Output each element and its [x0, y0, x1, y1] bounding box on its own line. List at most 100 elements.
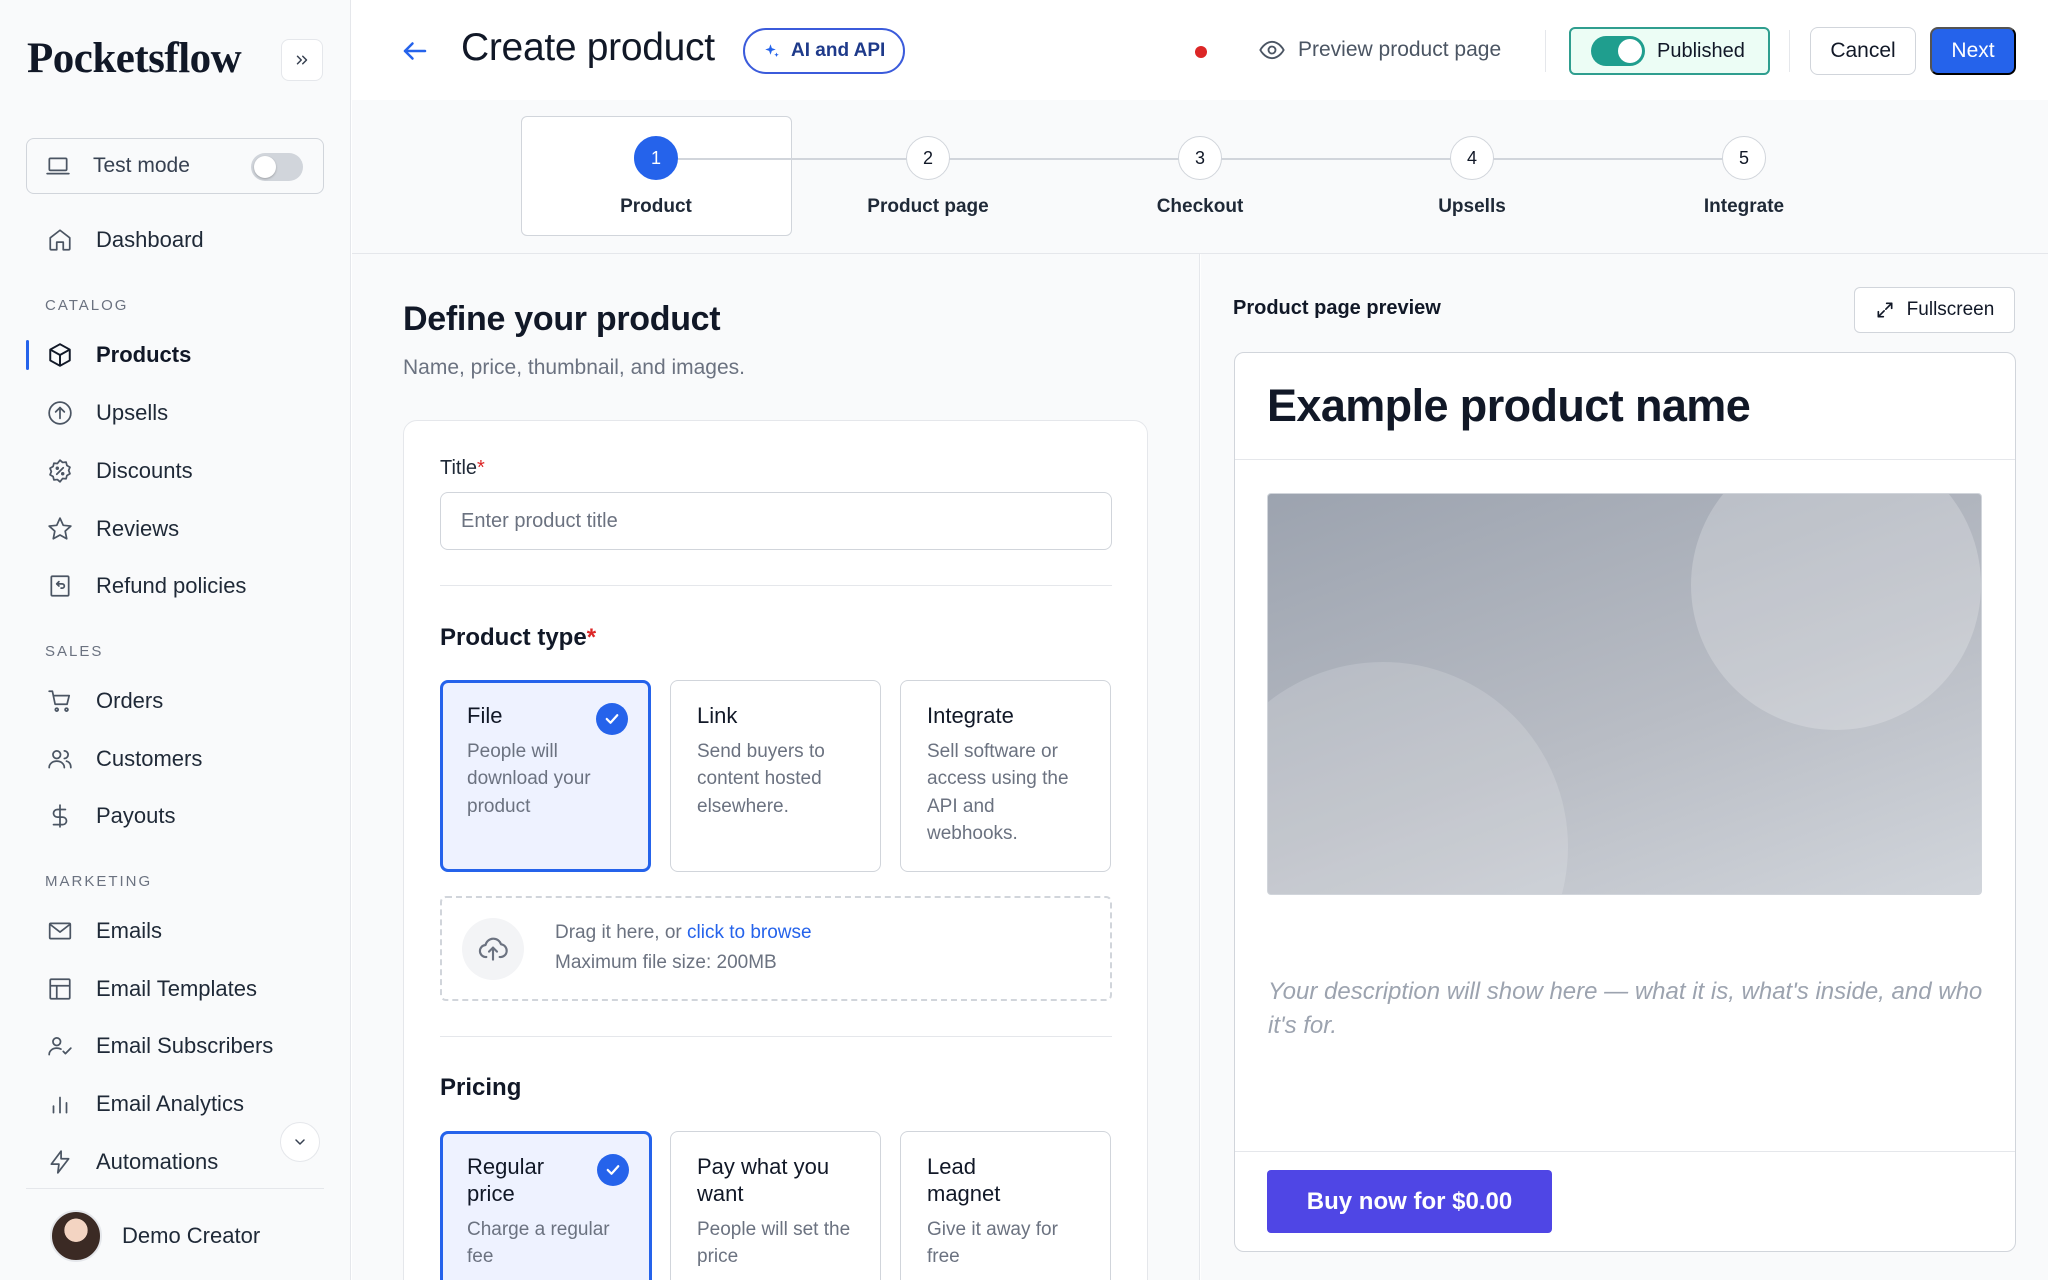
product-type-heading: Product type*	[440, 624, 596, 652]
step-upsells[interactable]: 4 Upsells	[1362, 136, 1582, 218]
scroll-down-button[interactable]	[280, 1122, 320, 1162]
header-separator	[1789, 30, 1790, 72]
sidebar-item-label: Email Analytics	[96, 1091, 244, 1116]
pricing-lead-magnet-option[interactable]: Lead magnet Give it away for free	[900, 1131, 1111, 1280]
cancel-button[interactable]: Cancel	[1810, 27, 1916, 75]
user-menu[interactable]: Demo Creator	[50, 1210, 260, 1262]
sidebar-item-label: Refund policies	[96, 573, 247, 598]
pricing-pay-what-you-want-option[interactable]: Pay what you want People will set the pr…	[670, 1131, 881, 1280]
sidebar-item-label: Reviews	[96, 516, 180, 541]
sidebar-item-dashboard[interactable]: Dashboard	[26, 216, 324, 264]
next-button[interactable]: Next	[1930, 27, 2016, 75]
bar-chart-icon	[46, 1090, 74, 1118]
sidebar-item-payouts[interactable]: Payouts	[26, 792, 324, 840]
cart-icon	[46, 687, 74, 715]
option-description: Send buyers to content hosted elsewhere.	[697, 740, 825, 817]
pricing-regular-option[interactable]: Regular price Charge a regular fee	[440, 1131, 652, 1280]
test-mode-label: Test mode	[93, 154, 190, 177]
ai-and-api-label: AI and API	[791, 40, 886, 61]
step-number: 1	[634, 136, 678, 180]
required-asterisk: *	[586, 624, 597, 651]
test-mode-switch[interactable]	[251, 153, 303, 181]
step-number: 2	[906, 136, 950, 180]
published-switch[interactable]	[1591, 36, 1645, 66]
upload-size-limit: Maximum file size: 200MB	[555, 952, 777, 973]
step-integrate[interactable]: 5 Integrate	[1634, 136, 1854, 218]
preview-panel-title: Product page preview	[1233, 297, 1441, 319]
upload-text: Drag it here, or	[555, 922, 687, 943]
step-label: Product	[620, 196, 692, 217]
preview-product-page-link[interactable]: Preview product page	[1258, 36, 1501, 64]
option-description: Give it away for free	[927, 1218, 1058, 1268]
page-title: Create product	[461, 26, 715, 69]
brand-logo[interactable]: Pocketsflow	[27, 34, 242, 83]
form-divider	[440, 585, 1112, 586]
buy-now-button[interactable]: Buy now for $0.00	[1267, 1170, 1552, 1233]
cloud-upload-icon	[462, 918, 524, 980]
sidebar: Pocketsflow Test mode Dashboard CATALOG …	[0, 0, 351, 1280]
step-label: Checkout	[1156, 196, 1244, 217]
sidebar-item-refund-policies[interactable]: Refund policies	[26, 562, 324, 610]
step-checkout[interactable]: 3 Checkout	[1090, 136, 1310, 218]
sidebar-item-orders[interactable]: Orders	[26, 677, 324, 725]
sidebar-item-label: Dashboard	[96, 227, 204, 252]
layout-template-icon	[46, 975, 74, 1003]
option-title: Link	[697, 703, 738, 728]
back-button[interactable]	[400, 36, 430, 71]
published-toggle[interactable]: Published	[1569, 27, 1770, 75]
arrow-up-circle-icon	[46, 399, 74, 427]
chevron-down-icon	[295, 1139, 305, 1145]
sidebar-item-label: Upsells	[96, 400, 169, 425]
preview-product-page-label: Preview product page	[1298, 38, 1502, 61]
discount-badge-icon	[46, 457, 74, 485]
sidebar-item-reviews[interactable]: Reviews	[26, 505, 324, 553]
section-title: Define your product	[403, 300, 721, 338]
click-to-browse-link[interactable]: click to browse	[687, 922, 812, 943]
sidebar-item-products[interactable]: Products	[26, 331, 324, 379]
decorative-circle	[1691, 494, 1981, 730]
preview-divider	[1235, 1151, 2015, 1152]
option-description: Charge a regular fee	[467, 1218, 610, 1268]
mail-icon	[46, 917, 74, 945]
home-icon	[46, 226, 74, 254]
option-title: Lead magnet	[927, 1154, 1001, 1206]
step-label: Product page	[867, 196, 989, 217]
sidebar-item-discounts[interactable]: Discounts	[26, 447, 324, 495]
receipt-refund-icon	[46, 572, 74, 600]
product-type-integrate-option[interactable]: Integrate Sell software or access using …	[900, 680, 1111, 872]
sidebar-item-upsells[interactable]: Upsells	[26, 389, 324, 437]
product-title-input[interactable]	[440, 492, 1112, 550]
ai-and-api-button[interactable]: AI and API	[743, 28, 906, 74]
option-title: Pay what you want	[697, 1154, 830, 1206]
title-field-label: Title*	[440, 457, 485, 480]
test-mode-toggle[interactable]: Test mode	[26, 138, 324, 194]
sidebar-item-email-analytics[interactable]: Email Analytics	[26, 1080, 324, 1128]
sidebar-item-label: Payouts	[96, 803, 176, 828]
section-sales: SALES	[45, 643, 104, 660]
sidebar-item-label: Automations	[96, 1149, 219, 1174]
lightning-icon	[46, 1148, 74, 1176]
sidebar-item-emails[interactable]: Emails	[26, 907, 324, 955]
eye-icon	[1259, 40, 1285, 60]
preview-divider	[1235, 459, 2015, 460]
preview-description: Your description will show here — what i…	[1268, 978, 1983, 1039]
published-label: Published	[1657, 39, 1745, 62]
file-upload-dropzone[interactable]: Drag it here, or click to browse Maximum…	[440, 896, 1112, 1001]
collapse-sidebar-button[interactable]	[281, 39, 323, 81]
option-description: People will set the price	[697, 1218, 851, 1268]
step-product-page[interactable]: 2 Product page	[818, 136, 1038, 218]
form-divider	[440, 1036, 1112, 1037]
chevrons-right-icon	[296, 55, 308, 65]
sidebar-item-email-subscribers[interactable]: Email Subscribers	[26, 1022, 324, 1070]
fullscreen-button[interactable]: Fullscreen	[1854, 287, 2015, 333]
product-type-file-option[interactable]: File People will download your product	[440, 680, 651, 872]
sidebar-item-email-templates[interactable]: Email Templates	[26, 965, 324, 1013]
section-catalog: CATALOG	[45, 297, 129, 314]
section-subtitle: Name, price, thumbnail, and images.	[403, 356, 745, 379]
expand-icon	[1877, 302, 1893, 318]
sidebar-item-customers[interactable]: Customers	[26, 735, 324, 783]
step-number: 3	[1178, 136, 1222, 180]
product-type-link-option[interactable]: Link Send buyers to content hosted elsew…	[670, 680, 881, 872]
option-title: Integrate	[927, 703, 1014, 728]
step-product[interactable]: 1 Product	[546, 136, 766, 218]
